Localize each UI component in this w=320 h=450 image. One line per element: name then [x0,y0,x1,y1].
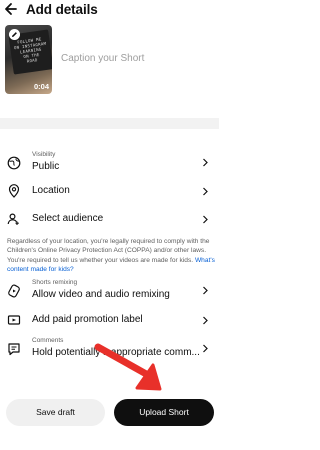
chevron-right-icon [203,158,208,167]
chevron-right-icon [203,344,208,353]
upload-short-button[interactable]: Upload Short [114,399,214,426]
chevron-right-icon [203,215,208,224]
save-draft-button[interactable]: Save draft [6,399,105,426]
media-row: FOLLOW ME ON INSTAGRAM LEARNING ON THE R… [0,22,219,102]
video-duration: 0:04 [33,82,49,91]
section-divider [0,118,219,129]
paid-promotion-setting[interactable]: Add paid promotion label [0,311,219,329]
visibility-setting[interactable]: Visibility Public [0,150,219,176]
audience-value: Select audience [32,213,104,224]
remixing-value: Allow video and audio remixing [32,289,170,300]
video-thumbnail[interactable]: FOLLOW ME ON INSTAGRAM LEARNING ON THE R… [5,25,52,94]
back-arrow-icon[interactable] [4,1,18,17]
paid-promotion-value: Add paid promotion label [32,314,143,325]
audience-setting[interactable]: Select audience [0,210,219,228]
location-setting[interactable]: Location [0,182,219,200]
comments-setting[interactable]: Comments Hold potentially inappropriate … [0,336,219,362]
location-pin-icon [8,184,20,198]
remixing-label: Shorts remixing [32,279,78,286]
chevron-right-icon [203,187,208,196]
visibility-label: Visibility [32,151,56,158]
comments-label: Comments [32,337,64,344]
edit-icon[interactable] [9,29,20,40]
paid-promotion-icon [7,315,21,325]
audience-notice: Regardless of your location, you're lega… [7,237,215,274]
audience-icon [7,213,19,225]
remixing-setting[interactable]: Shorts remixing Allow video and audio re… [0,278,219,304]
location-value: Location [32,185,70,196]
audience-notice-text: Regardless of your location, you're lega… [7,238,210,264]
page-title: Add details [26,2,98,17]
globe-icon [7,156,21,170]
caption-input[interactable]: Caption your Short [61,53,144,64]
comments-value: Hold potentially inappropriate comm... [32,347,200,358]
visibility-value: Public [32,161,60,172]
chevron-right-icon [203,286,208,295]
chevron-right-icon [203,316,208,325]
remix-icon [8,284,20,298]
top-bar: Add details [0,0,219,22]
comment-icon [8,343,20,356]
